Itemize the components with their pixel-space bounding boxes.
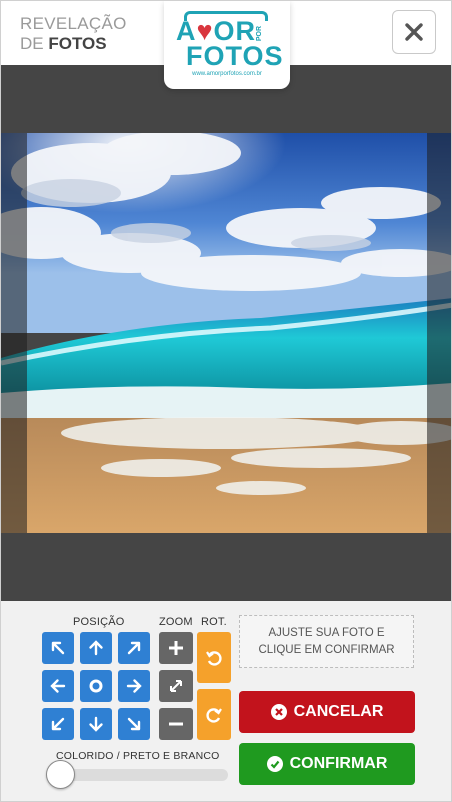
arrow-up-left-icon — [51, 641, 65, 655]
color-mode-label: COLORIDO / PRETO E BRANCO — [56, 750, 220, 762]
hint-line1: AJUSTE SUA FOTO E — [268, 627, 385, 639]
brand-line2: DE FOTOS — [20, 34, 127, 54]
crop-mask-right — [427, 133, 451, 533]
zoom-fit-button[interactable] — [159, 670, 193, 702]
move-down-right-button[interactable] — [118, 708, 150, 740]
rotate-left-icon — [206, 650, 222, 666]
move-down-left-button[interactable] — [42, 708, 74, 740]
zoom-in-button[interactable] — [159, 632, 193, 664]
cancel-button[interactable]: CANCELAR — [239, 691, 415, 733]
arrow-left-icon — [50, 679, 66, 693]
check-circle-icon — [266, 756, 283, 772]
logo: A♥OR POR FOTOS www.amorporfotos.com.br — [164, 1, 290, 89]
position-label: POSIÇÃO — [73, 616, 125, 628]
logo-word-por: POR — [256, 26, 263, 42]
plus-icon — [169, 641, 183, 655]
arrow-right-icon — [126, 679, 142, 693]
cancel-label: CANCELAR — [293, 703, 384, 720]
rotate-left-button[interactable] — [197, 632, 231, 683]
brand-title: REVELAÇÃO DE FOTOS — [20, 14, 127, 54]
photo-frame[interactable] — [1, 133, 451, 533]
move-left-button[interactable] — [42, 670, 74, 702]
cancel-circle-icon — [270, 704, 287, 720]
expand-icon — [170, 680, 182, 692]
move-right-button[interactable] — [118, 670, 150, 702]
zoom-label: ZOOM — [159, 616, 193, 628]
brand-line1: REVELAÇÃO — [20, 14, 127, 33]
logo-word-fotos: FOTOS — [186, 41, 284, 71]
photo-wave-beach — [1, 133, 451, 533]
center-icon — [89, 679, 103, 693]
rotate-right-icon — [206, 707, 222, 723]
arrow-up-icon — [89, 640, 103, 656]
close-button[interactable] — [392, 10, 436, 54]
hint-line2: CLIQUE EM CONFIRMAR — [258, 644, 395, 656]
move-down-button[interactable] — [80, 708, 112, 740]
arrow-up-right-icon — [127, 641, 141, 655]
rotate-right-button[interactable] — [197, 689, 231, 740]
move-up-button[interactable] — [80, 632, 112, 664]
header: REVELAÇÃO DE FOTOS A♥OR POR FOTOS www.am… — [1, 1, 451, 89]
crop-mask-left — [1, 133, 27, 533]
instructions-box: AJUSTE SUA FOTO E CLIQUE EM CONFIRMAR — [239, 615, 414, 668]
arrow-down-icon — [89, 716, 103, 732]
app-frame: REVELAÇÃO DE FOTOS A♥OR POR FOTOS www.am… — [0, 0, 452, 802]
photo-stage — [1, 65, 451, 601]
logo-url: www.amorporfotos.com.br — [192, 71, 262, 77]
move-up-left-button[interactable] — [42, 632, 74, 664]
move-up-right-button[interactable] — [118, 632, 150, 664]
zoom-out-button[interactable] — [159, 708, 193, 740]
confirm-label: CONFIRMAR — [289, 755, 388, 772]
editor-controls: POSIÇÃO ZOOM ROT. AJUSTE SUA FOTO E CLIQ… — [1, 601, 451, 801]
confirm-button[interactable]: CONFIRMAR — [239, 743, 415, 785]
minus-icon — [169, 722, 183, 726]
arrow-down-right-icon — [127, 717, 141, 731]
brand-line2-prefix: DE — [20, 34, 44, 53]
rotate-label: ROT. — [201, 616, 227, 628]
arrow-down-left-icon — [51, 717, 65, 731]
center-button[interactable] — [80, 670, 112, 702]
color-mode-slider-thumb[interactable] — [46, 760, 75, 789]
close-icon — [405, 23, 423, 41]
brand-line2-bold: FOTOS — [48, 34, 107, 53]
